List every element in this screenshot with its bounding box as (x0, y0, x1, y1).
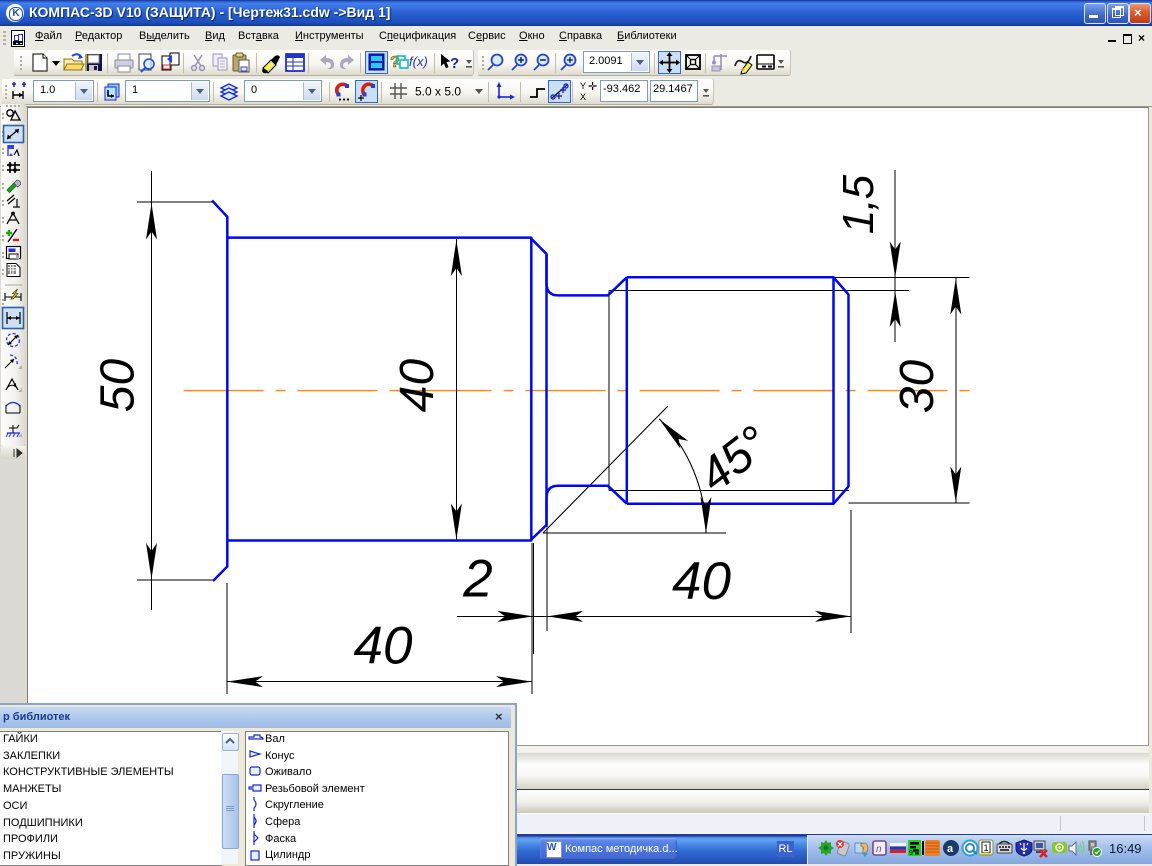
svg-text:2: 2 (462, 550, 492, 609)
svg-text:X: X (580, 92, 586, 102)
svg-text:f(x): f(x) (409, 54, 428, 69)
svg-text:?: ? (450, 55, 459, 72)
svg-text:Y: Y (580, 81, 586, 91)
svg-text:45°: 45° (689, 416, 779, 502)
svg-text:9: 9 (909, 850, 913, 857)
svg-text:50: 50 (91, 359, 144, 413)
svg-text:a: a (947, 843, 954, 855)
svg-text:30: 30 (891, 360, 944, 414)
svg-text:40: 40 (672, 552, 731, 611)
svg-text:n: n (876, 844, 882, 855)
svg-text:1,5: 1,5 (834, 174, 883, 234)
svg-text:40: 40 (354, 617, 413, 676)
svg-text:1: 1 (984, 843, 989, 853)
svg-text:✛: ✛ (588, 81, 597, 93)
svg-text:40: 40 (391, 359, 444, 413)
svg-text:5.0 x 5.0: 5.0 x 5.0 (415, 85, 461, 99)
